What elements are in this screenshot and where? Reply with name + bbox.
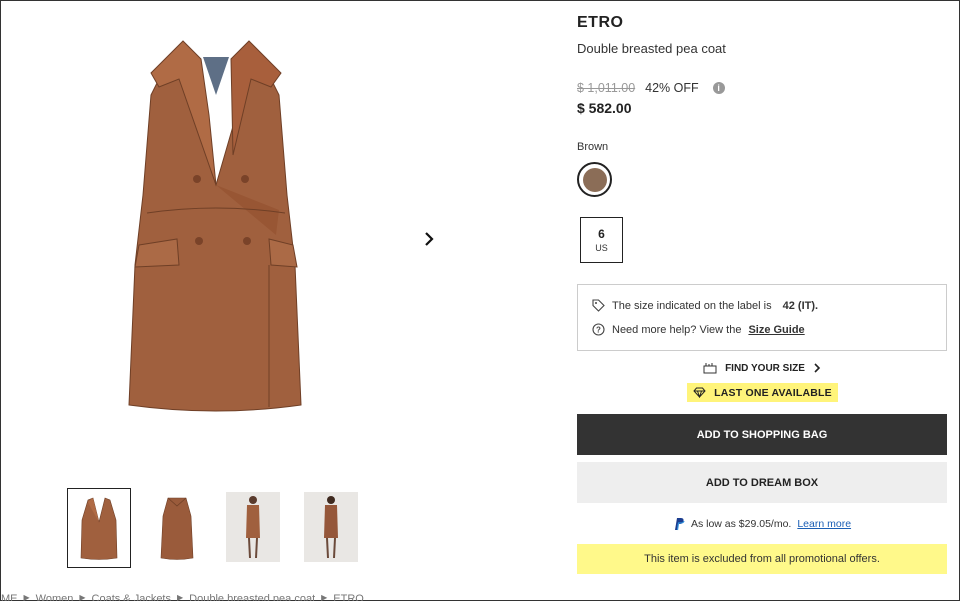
size-value: 6: [598, 227, 605, 241]
color-swatch-brown[interactable]: [577, 162, 612, 197]
find-your-size-link[interactable]: FIND YOUR SIZE: [577, 362, 947, 374]
breadcrumb-separator: ▶: [23, 593, 30, 601]
sale-price: $ 582.00: [577, 100, 632, 116]
size-option-6[interactable]: 6 US: [580, 217, 623, 263]
color-swatch-dot: [582, 167, 607, 192]
diamond-icon: [693, 387, 706, 398]
next-image-button[interactable]: [419, 227, 439, 251]
product-name: Double breasted pea coat: [577, 41, 726, 56]
last-one-available-badge: LAST ONE AVAILABLE: [687, 383, 838, 402]
size-label-line: The size indicated on the label is 42 (I…: [592, 299, 818, 312]
chevron-right-icon: [814, 363, 821, 373]
original-price: $ 1,011.00: [577, 81, 636, 95]
size-label-text: The size indicated on the label is: [612, 299, 772, 312]
brand-name[interactable]: ETRO: [577, 14, 623, 32]
promo-notice: This item is excluded from all promotion…: [577, 544, 947, 574]
breadcrumb: ME ▶ Women ▶ Coats & Jackets ▶ Double br…: [1, 593, 364, 601]
add-to-shopping-bag-button[interactable]: ADD TO SHOPPING BAG: [577, 414, 947, 455]
price-row: $ 1,011.00 42% OFF i: [577, 81, 725, 95]
paypal-financing: As low as $29.05/mo. Learn more: [577, 517, 947, 531]
ruler-icon: [703, 363, 717, 374]
chevron-right-icon: [425, 232, 434, 246]
size-help-text: Need more help? View the: [612, 323, 742, 336]
thumbnail-3[interactable]: [226, 492, 280, 562]
thumbnail-4[interactable]: [304, 492, 358, 562]
breadcrumb-item: ETRO: [333, 593, 364, 601]
tag-icon: [592, 299, 605, 312]
breadcrumb-separator: ▶: [79, 593, 86, 601]
add-to-dream-box-button[interactable]: ADD TO DREAM BOX: [577, 462, 947, 503]
breadcrumb-separator: ▶: [321, 593, 328, 601]
size-guide-link[interactable]: Size Guide: [748, 324, 804, 336]
breadcrumb-item[interactable]: ME: [1, 593, 18, 601]
breadcrumb-item[interactable]: Double breasted pea coat: [189, 593, 315, 601]
breadcrumb-item[interactable]: Coats & Jackets: [92, 593, 171, 601]
color-label: Brown: [577, 141, 609, 153]
paypal-icon: [674, 518, 685, 531]
main-product-image[interactable]: [121, 35, 311, 415]
size-unit: US: [595, 243, 608, 253]
learn-more-link[interactable]: Learn more: [797, 518, 851, 530]
paypal-text: As low as $29.05/mo.: [690, 518, 792, 530]
question-circle-icon: ?: [592, 323, 605, 336]
thumbnail-2[interactable]: [145, 488, 209, 568]
label-size: 42 (IT).: [782, 299, 819, 312]
svg-text:?: ?: [596, 326, 601, 335]
last-one-label: LAST ONE AVAILABLE: [714, 386, 832, 399]
breadcrumb-item[interactable]: Women: [36, 593, 74, 601]
discount-label: 42% OFF: [645, 81, 699, 95]
size-info-box: The size indicated on the label is 42 (I…: [577, 284, 947, 351]
find-size-label: FIND YOUR SIZE: [725, 362, 805, 374]
size-help-line: ? Need more help? View the Size Guide: [592, 323, 805, 336]
info-icon[interactable]: i: [712, 82, 725, 94]
breadcrumb-separator: ▶: [177, 593, 184, 601]
thumbnail-1[interactable]: [67, 488, 131, 568]
